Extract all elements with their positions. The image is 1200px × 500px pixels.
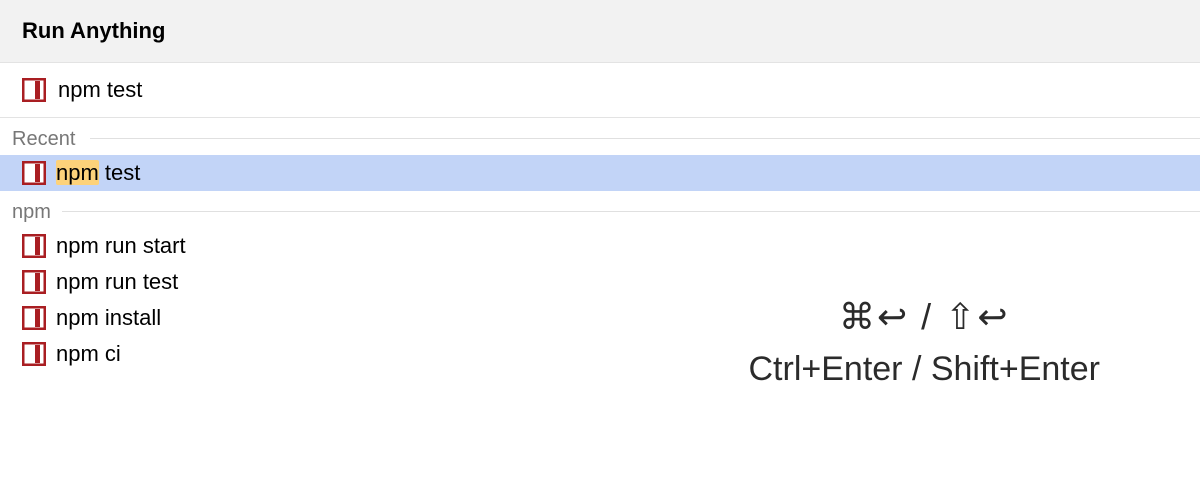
query-row[interactable]: npm test	[0, 63, 1200, 118]
npm-item-label: npm run start	[56, 233, 186, 259]
npm-icon	[22, 161, 46, 185]
shortcut-hint: ⌘↩ / ⇧↩ Ctrl+Enter / Shift+Enter	[749, 290, 1101, 395]
section-npm-label: npm	[0, 191, 1200, 228]
recent-item-label: npm test	[56, 160, 140, 186]
npm-item-label: npm run test	[56, 269, 178, 295]
npm-icon	[22, 78, 46, 102]
query-input[interactable]: npm test	[58, 77, 142, 103]
npm-item-label: npm ci	[56, 341, 121, 367]
dialog-header: Run Anything	[0, 0, 1200, 63]
npm-icon	[22, 234, 46, 258]
dialog-title: Run Anything	[22, 18, 1178, 44]
npm-item-label: npm install	[56, 305, 161, 331]
section-recent-label: Recent	[0, 118, 1200, 155]
npm-icon	[22, 306, 46, 330]
shortcut-symbols: ⌘↩ / ⇧↩	[749, 290, 1101, 344]
npm-item[interactable]: npm run start	[0, 228, 1200, 264]
shortcut-text: Ctrl+Enter / Shift+Enter	[749, 344, 1101, 395]
npm-icon	[22, 270, 46, 294]
recent-item[interactable]: npm test	[0, 155, 1200, 191]
npm-icon	[22, 342, 46, 366]
